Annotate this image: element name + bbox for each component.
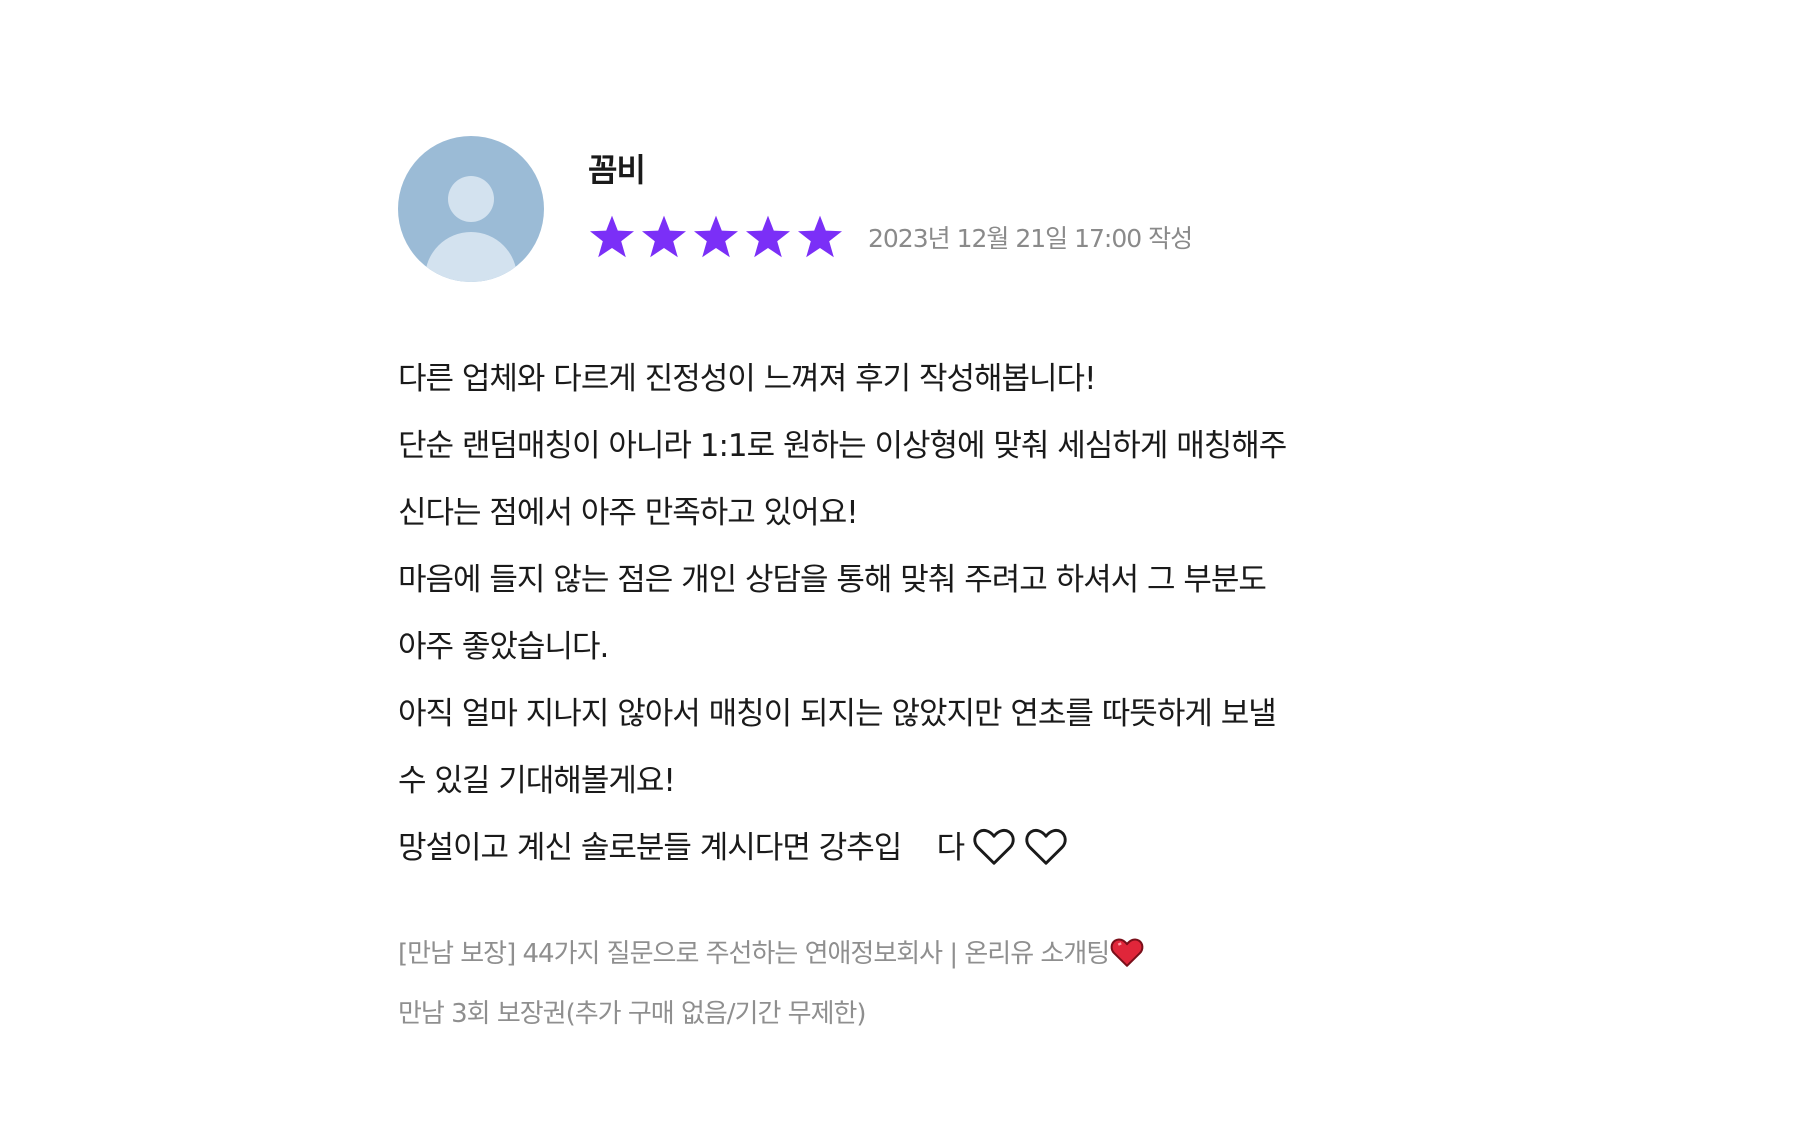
avatar-body <box>425 232 517 282</box>
review-date: 2023년 12월 21일 17:00 작성 <box>868 224 1193 253</box>
review-body-line: 아주 좋았습니다. <box>398 629 609 665</box>
review-body-line: 마음에 들지 않는 점은 개인 상담을 통해 맞춰 주려고 하셔서 그 부분도 <box>398 562 1267 598</box>
rating-row: 2023년 12월 21일 17:00 작성 <box>588 214 1193 260</box>
red-heart-icon <box>1110 938 1144 967</box>
author-name: 꼼비 <box>588 151 646 189</box>
purchased-product: [만남 보장] 44가지 질문으로 주선하는 연애정보회사 | 온리유 소개팅 … <box>398 924 1408 1044</box>
review-body-line: 아직 얼마 지나지 않아서 매칭이 되지는 않았지만 연초를 따뜻하게 보낼 <box>398 696 1277 732</box>
product-option: 만남 3회 보장권(추가 구매 없음/기간 무제한) <box>398 999 867 1029</box>
star-icon <box>590 215 634 258</box>
star-icon <box>694 215 738 258</box>
review-card: 꼼비 2023년 12월 21일 17:00 작성 다른 업체와 다르게 진정성… <box>398 136 1408 1044</box>
star-icon <box>746 215 790 258</box>
avatar-head <box>448 176 494 222</box>
review-body-line: 다른 업체와 다르게 진정성이 느껴져 후기 작성해봅니다! <box>398 361 1097 397</box>
review-body-line: 수 있길 기대해볼게요! <box>398 763 676 799</box>
white-heart-icon <box>1025 828 1067 865</box>
review-body-last-line: 망설이고 계신 솔로분들 계시다면 강추입 다 <box>398 815 1408 882</box>
white-heart-icon <box>973 828 1015 865</box>
review-body-line: 망설이고 계신 솔로분들 계시다면 강추입 다 <box>398 830 965 866</box>
review-body-line: 단순 랜덤매칭이 아니라 1:1로 원하는 이상형에 맞춰 세심하게 매칭해주 <box>398 428 1287 464</box>
review-body-line: 신다는 점에서 아주 만족하고 있어요! <box>398 495 859 531</box>
star-rating <box>588 214 848 260</box>
review-header: 꼼비 2023년 12월 21일 17:00 작성 <box>398 136 1408 282</box>
star-icon <box>642 215 686 258</box>
avatar <box>398 136 544 282</box>
review-meta: 꼼비 2023년 12월 21일 17:00 작성 <box>588 136 1193 260</box>
product-title-line: [만남 보장] 44가지 질문으로 주선하는 연애정보회사 | 온리유 소개팅 <box>398 924 1408 984</box>
product-title: [만남 보장] 44가지 질문으로 주선하는 연애정보회사 | 온리유 소개팅 <box>398 939 1110 969</box>
star-icon <box>798 215 842 258</box>
review-body: 다른 업체와 다르게 진정성이 느껴져 후기 작성해봅니다! 단순 랜덤매칭이 … <box>398 346 1408 882</box>
